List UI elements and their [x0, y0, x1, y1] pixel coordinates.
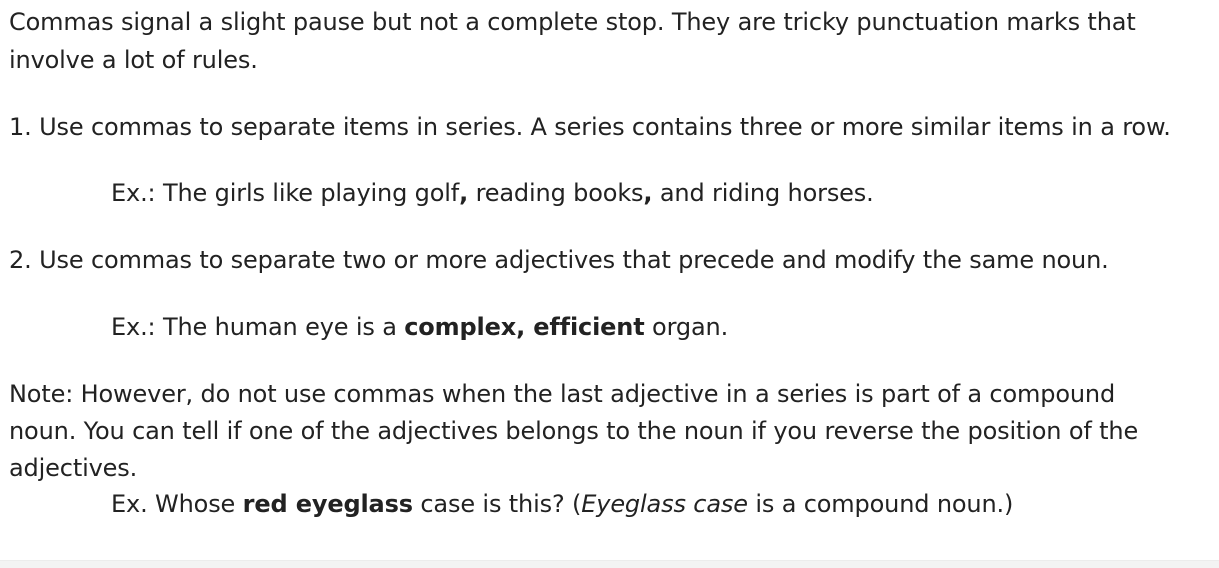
- rule-2-example-before: Ex.: The human eye is a: [111, 313, 405, 341]
- note-line-2: noun. You can tell if one of the adjecti…: [9, 417, 1139, 445]
- note-example-italic: Eyeglass case: [581, 490, 748, 518]
- rule-1-example-part-1: Ex.: The girls like playing golf: [111, 179, 460, 207]
- note-line-1: Note: However, do not use commas when th…: [9, 380, 1116, 408]
- rule-2-example-bold: complex, efficient: [404, 313, 645, 341]
- note-example: Ex. Whose red eyeglass case is this? (Ey…: [111, 487, 1013, 521]
- rule-1-example: Ex.: The girls like playing golf, readin…: [111, 176, 874, 210]
- note-example-after: is a compound noun.): [747, 490, 1014, 518]
- rule-2-example: Ex.: The human eye is a complex, efficie…: [111, 310, 728, 344]
- note-example-bold: red eyeglass: [242, 490, 413, 518]
- intro-line-2: involve a lot of rules.: [9, 46, 258, 74]
- note-line-3: adjectives.: [9, 454, 138, 482]
- rule-2-text: 2. Use commas to separate two or more ad…: [9, 246, 1109, 274]
- rule-1-example-part-2: reading books: [468, 179, 644, 207]
- note-example-before: Ex. Whose: [111, 490, 243, 518]
- note-example-middle: case is this? (: [412, 490, 582, 518]
- intro-line-1: Commas signal a slight pause but not a c…: [9, 8, 1136, 36]
- rule-1-example-comma-1: ,: [459, 179, 469, 207]
- rule-1-text: 1. Use commas to separate items in serie…: [9, 113, 1171, 141]
- rule-1-example-part-3: and riding horses.: [652, 179, 874, 207]
- rule-2-example-after: organ.: [644, 313, 729, 341]
